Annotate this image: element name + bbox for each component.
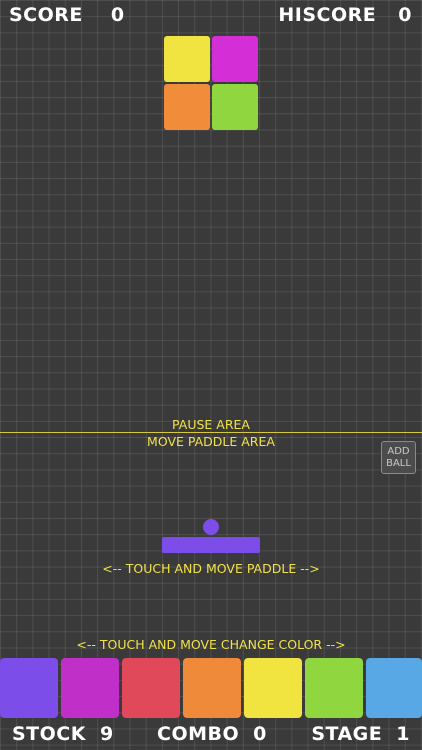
color-swatch-yellow[interactable] (244, 658, 302, 718)
stock-label: STOCK (12, 723, 86, 745)
hiscore-value: 0 (398, 4, 412, 26)
move-paddle-area-label[interactable]: MOVE PADDLE AREA (0, 434, 422, 449)
paddle[interactable] (162, 537, 260, 553)
score-display: SCORE 0 (9, 4, 125, 26)
add-ball-line2: BALL (386, 457, 411, 469)
score-label: SCORE (9, 4, 83, 26)
color-swatch-orange[interactable] (183, 658, 241, 718)
touch-move-color-hint: <-- TOUCH AND MOVE CHANGE COLOR --> (76, 637, 346, 652)
area-divider (0, 432, 422, 433)
piece-block (212, 84, 258, 130)
pause-area-label[interactable]: PAUSE AREA (0, 417, 422, 432)
ball (203, 519, 219, 535)
touch-move-paddle-hint: <-- TOUCH AND MOVE PADDLE --> (102, 561, 320, 576)
add-ball-line1: ADD (387, 445, 410, 457)
stock-display: STOCK 9 (12, 723, 114, 745)
piece-block (164, 36, 210, 82)
color-swatch-red[interactable] (122, 658, 180, 718)
stage-label: STAGE (311, 723, 383, 745)
color-swatch-green[interactable] (305, 658, 363, 718)
stage-value: 1 (396, 723, 410, 745)
hiscore-display: HISCORE 0 (278, 4, 412, 26)
color-swatch-blue[interactable] (366, 658, 422, 718)
combo-display: COMBO 0 (157, 723, 267, 745)
color-swatch-magenta[interactable] (61, 658, 119, 718)
stock-value: 9 (99, 723, 114, 745)
piece-block (164, 84, 210, 130)
add-ball-button[interactable]: ADD BALL (381, 441, 416, 474)
combo-value: 0 (253, 723, 267, 745)
stage-display: STAGE 1 (311, 723, 410, 745)
combo-label: COMBO (157, 723, 240, 745)
score-value: 0 (110, 4, 125, 26)
piece-block (212, 36, 258, 82)
color-swatch-purple[interactable] (0, 658, 58, 718)
color-palette[interactable] (0, 658, 422, 718)
hiscore-label: HISCORE (278, 4, 377, 26)
